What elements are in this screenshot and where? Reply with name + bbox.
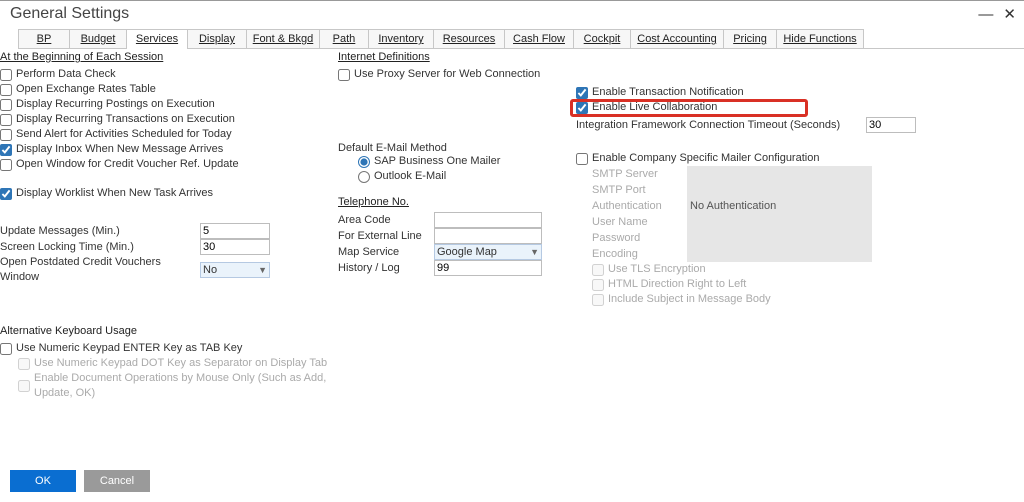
txn-notif-label: Enable Transaction Notification	[592, 85, 744, 100]
session-item-label: Open Window for Credit Voucher Ref. Upda…	[16, 157, 239, 172]
alt-kb-header: Alternative Keyboard Usage	[0, 325, 330, 337]
worklist-checkbox[interactable]	[0, 188, 12, 200]
history-log-input[interactable]	[434, 260, 542, 276]
close-icon[interactable]: ✕	[1003, 5, 1016, 23]
session-item-label: Display Recurring Transactions on Execut…	[16, 112, 235, 127]
session-checkbox[interactable]	[0, 99, 12, 111]
mailer-opt-label: HTML Direction Right to Left	[608, 277, 746, 292]
postdated-select[interactable]: No▼	[200, 262, 270, 278]
tab-inventory[interactable]: Inventory	[368, 29, 434, 48]
email-method-label: SAP Business One Mailer	[374, 154, 500, 169]
tab-resources[interactable]: Resources	[433, 29, 505, 48]
session-item-label: Display Recurring Postings on Execution	[16, 97, 215, 112]
tab-bp[interactable]: BP	[18, 29, 70, 48]
history-log-label: History / Log	[338, 261, 434, 276]
map-service-select[interactable]: Google Map▼	[434, 244, 542, 260]
alt-kb-main-label: Use Numeric Keypad ENTER Key as TAB Key	[16, 341, 242, 356]
area-code-input[interactable]	[434, 212, 542, 228]
password-input	[687, 230, 872, 246]
mailer-opt-checkbox	[592, 294, 604, 306]
email-header: Default E-Mail Method	[338, 142, 568, 154]
session-item-label: Perform Data Check	[16, 67, 116, 82]
mailer-opt-label: Include Subject in Message Body	[608, 292, 771, 307]
tab-display[interactable]: Display	[187, 29, 247, 48]
encoding-input	[687, 246, 872, 262]
smtp-port-label: SMTP Port	[592, 183, 687, 198]
map-service-label: Map Service	[338, 245, 434, 260]
tab-cash-flow[interactable]: Cash Flow	[504, 29, 574, 48]
alt-kb-sub-checkbox	[18, 358, 30, 370]
smtp-port-input	[687, 182, 872, 198]
txn-notif-checkbox[interactable]	[576, 87, 588, 99]
cancel-button[interactable]: Cancel	[84, 470, 150, 492]
user-name-label: User Name	[592, 215, 687, 230]
chevron-down-icon: ▼	[530, 245, 539, 260]
tab-hide-functions[interactable]: Hide Functions	[776, 29, 864, 48]
auth-input	[687, 198, 872, 214]
screen-lock-input[interactable]	[200, 239, 270, 255]
mailer-opt-label: Use TLS Encryption	[608, 262, 706, 277]
tab-path[interactable]: Path	[319, 29, 369, 48]
external-line-input[interactable]	[434, 228, 542, 244]
session-checkbox[interactable]	[0, 84, 12, 96]
session-header: At the Beginning of Each Session	[0, 51, 330, 63]
session-checkbox[interactable]	[0, 144, 12, 156]
tab-font-bkgd[interactable]: Font & Bkgd	[246, 29, 320, 48]
tab-budget[interactable]: Budget	[69, 29, 127, 48]
mailer-opt-checkbox	[592, 279, 604, 291]
tab-services[interactable]: Services	[126, 29, 188, 48]
tab-cost-accounting[interactable]: Cost Accounting	[630, 29, 724, 48]
telephone-header: Telephone No.	[338, 196, 568, 208]
external-line-label: For External Line	[338, 229, 434, 244]
update-msgs-label: Update Messages (Min.)	[0, 224, 200, 239]
worklist-label: Display Worklist When New Task Arrives	[16, 186, 213, 201]
minimize-icon[interactable]: —	[978, 6, 993, 23]
tab-cockpit[interactable]: Cockpit	[573, 29, 631, 48]
session-checkbox[interactable]	[0, 159, 12, 171]
alt-kb-sub-checkbox	[18, 380, 30, 392]
area-code-label: Area Code	[338, 213, 434, 228]
internet-header: Internet Definitions	[338, 51, 568, 63]
mailer-enable-label: Enable Company Specific Mailer Configura…	[592, 151, 819, 166]
password-label: Password	[592, 231, 687, 246]
ok-button[interactable]: OK	[10, 470, 76, 492]
update-msgs-input[interactable]	[200, 223, 270, 239]
mailer-opt-checkbox	[592, 264, 604, 276]
alt-kb-sub-label: Use Numeric Keypad DOT Key as Separator …	[34, 356, 327, 371]
alt-kb-sub-label: Enable Document Operations by Mouse Only…	[34, 371, 330, 401]
session-item-label: Open Exchange Rates Table	[16, 82, 156, 97]
alt-kb-main-checkbox[interactable]	[0, 343, 12, 355]
email-method-radio[interactable]	[358, 156, 370, 168]
highlight-box	[570, 99, 808, 117]
session-checkbox[interactable]	[0, 69, 12, 81]
session-checkbox[interactable]	[0, 114, 12, 126]
session-checkbox[interactable]	[0, 129, 12, 141]
email-method-radio[interactable]	[358, 171, 370, 183]
postdated-label: Open Postdated Credit Vouchers Window	[0, 255, 200, 285]
session-item-label: Send Alert for Activities Scheduled for …	[16, 127, 232, 142]
proxy-label: Use Proxy Server for Web Connection	[354, 67, 540, 82]
proxy-checkbox[interactable]	[338, 69, 350, 81]
smtp-server-label: SMTP Server	[592, 167, 687, 182]
session-item-label: Display Inbox When New Message Arrives	[16, 142, 223, 157]
tab-pricing[interactable]: Pricing	[723, 29, 777, 48]
screen-lock-label: Screen Locking Time (Min.)	[0, 240, 200, 255]
smtp-server-input	[687, 166, 872, 182]
user-name-input	[687, 214, 872, 230]
timeout-input[interactable]	[866, 117, 916, 133]
auth-label: Authentication	[592, 199, 687, 214]
encoding-label: Encoding	[592, 247, 687, 262]
chevron-down-icon: ▼	[258, 263, 267, 278]
window-title: General Settings	[10, 5, 129, 23]
timeout-label: Integration Framework Connection Timeout…	[576, 118, 866, 133]
email-method-label: Outlook E-Mail	[374, 169, 446, 184]
mailer-enable-checkbox[interactable]	[576, 153, 588, 165]
